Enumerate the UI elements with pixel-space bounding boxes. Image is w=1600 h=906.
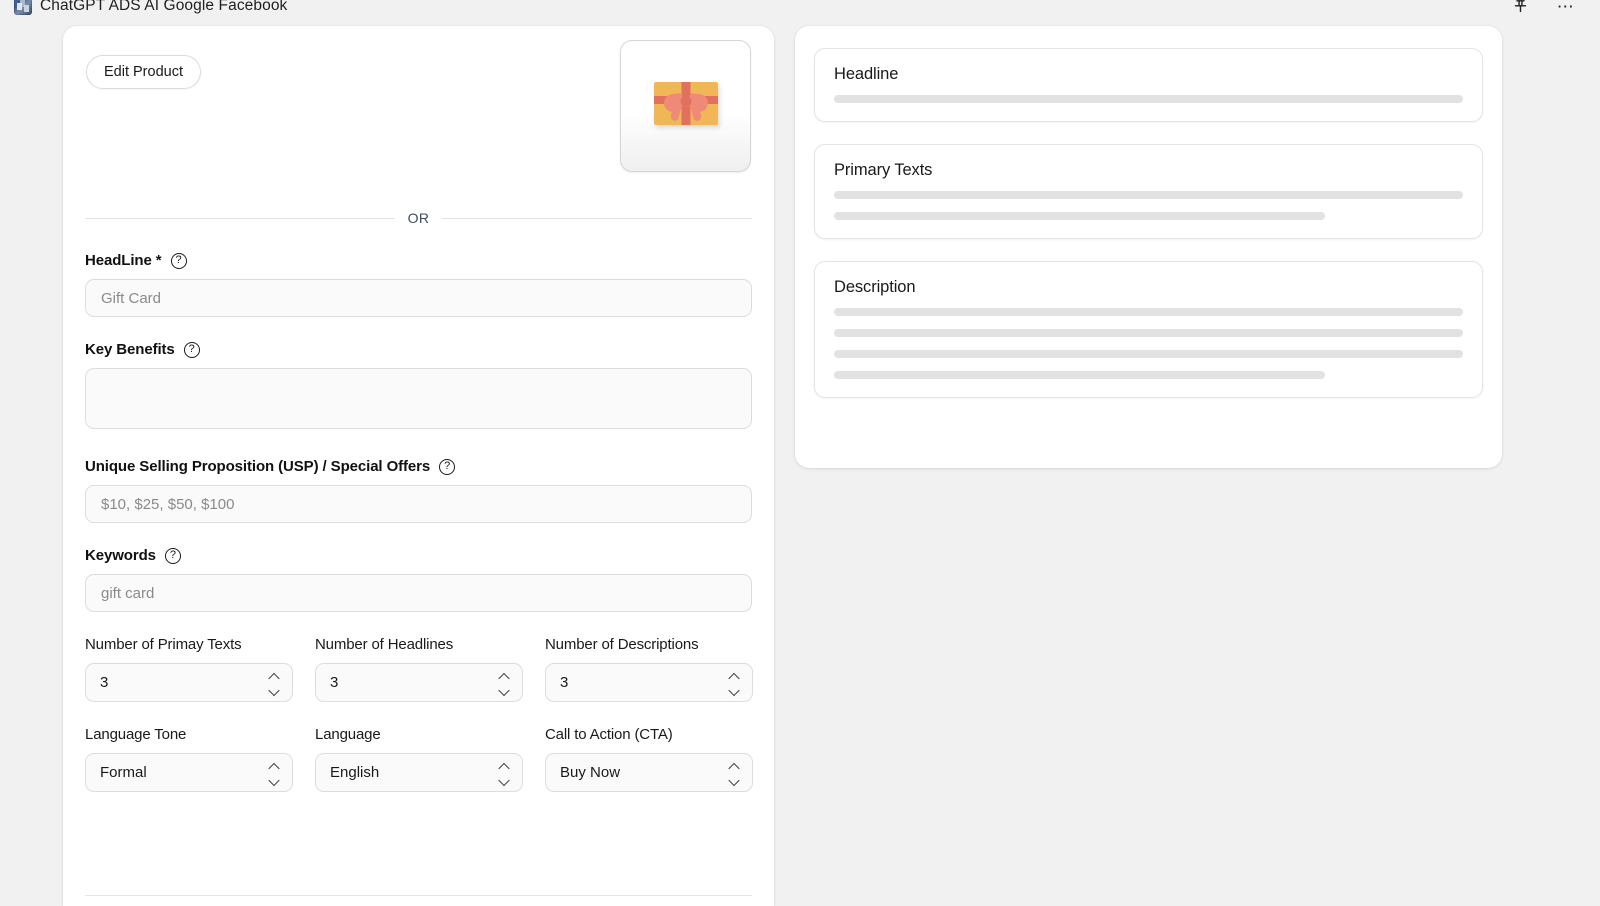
chrome-tab[interactable]: ChatGPT ADS AI Google Facebook [14, 0, 287, 15]
more-options-icon[interactable]: ⋯ [1556, 0, 1576, 16]
chevron-down-icon[interactable] [499, 686, 510, 693]
headline-label-row: HeadLine * ? [85, 252, 752, 269]
chevron-up-icon[interactable] [729, 672, 740, 679]
cta-label: Call to Action (CTA) [545, 726, 753, 743]
number-primary-texts-stepper[interactable] [268, 672, 281, 693]
field-language: Language [315, 726, 523, 792]
skeleton-line [834, 371, 1325, 379]
chevron-up-icon[interactable] [269, 672, 280, 679]
chrome-actions: ⋯ [1510, 0, 1586, 16]
skeleton-line [834, 191, 1463, 199]
chevron-up-icon[interactable] [499, 762, 510, 769]
field-language-tone: Language Tone [85, 726, 293, 792]
keywords-label-row: Keywords ? [85, 547, 752, 564]
number-primary-texts-input[interactable] [85, 663, 293, 702]
chevron-down-icon[interactable] [269, 776, 280, 783]
number-primary-texts-label: Number of Primay Texts [85, 636, 293, 653]
field-key-benefits: Key Benefits ? [85, 341, 752, 434]
chevron-up-icon[interactable] [499, 672, 510, 679]
pin-icon[interactable] [1510, 0, 1530, 16]
language-tone-stepper[interactable] [268, 762, 281, 783]
chevron-up-icon[interactable] [729, 762, 740, 769]
skeleton-line [834, 308, 1463, 316]
result-card-title: Primary Texts [834, 161, 1463, 180]
key-benefits-textarea[interactable] [85, 368, 752, 429]
chevron-down-icon[interactable] [729, 686, 740, 693]
skeleton-line [834, 350, 1463, 358]
or-divider: OR [85, 210, 752, 226]
product-form-panel: Edit Product OR [63, 26, 774, 906]
language-tone-select[interactable] [85, 753, 293, 792]
number-descriptions-input[interactable] [545, 663, 753, 702]
field-number-primary-texts: Number of Primay Texts [85, 636, 293, 702]
headline-label: HeadLine * [85, 252, 162, 269]
usp-input[interactable] [85, 485, 752, 523]
number-descriptions-label: Number of Descriptions [545, 636, 753, 653]
options-row: Language Tone Language [85, 726, 752, 792]
page-body: Edit Product OR [0, 16, 1600, 900]
result-card-description: Description [814, 261, 1483, 398]
number-headlines-stepper[interactable] [498, 672, 511, 693]
result-card-title: Headline [834, 65, 1463, 84]
window-title: ChatGPT ADS AI Google Facebook [40, 0, 287, 15]
language-tone-label: Language Tone [85, 726, 293, 743]
result-card-title: Description [834, 278, 1463, 297]
divider-label: OR [408, 210, 430, 226]
gift-card-icon [654, 82, 718, 125]
field-usp: Unique Selling Proposition (USP) / Speci… [85, 458, 752, 523]
app-favicon [14, 0, 32, 15]
skeleton-line [834, 95, 1463, 103]
field-keywords: Keywords ? [85, 547, 752, 612]
field-headline: HeadLine * ? [85, 252, 752, 317]
chevron-down-icon[interactable] [499, 776, 510, 783]
result-card-headline: Headline [814, 48, 1483, 122]
help-icon[interactable]: ? [184, 342, 200, 358]
counts-row: Number of Primay Texts Number of Headlin… [85, 636, 752, 702]
chevron-up-icon[interactable] [269, 762, 280, 769]
help-icon[interactable]: ? [165, 548, 181, 564]
key-benefits-label-row: Key Benefits ? [85, 341, 752, 358]
product-form: HeadLine * ? Key Benefits ? [85, 252, 752, 792]
result-card-primary-texts: Primary Texts [814, 144, 1483, 239]
help-icon[interactable]: ? [171, 253, 187, 269]
keywords-label: Keywords [85, 547, 156, 564]
browser-chrome-bar: ChatGPT ADS AI Google Facebook ⋯ [0, 0, 1600, 16]
form-bottom-divider [85, 895, 752, 896]
skeleton-line [834, 212, 1325, 220]
help-icon[interactable]: ? [439, 459, 455, 475]
number-headlines-input[interactable] [315, 663, 523, 702]
number-headlines-label: Number of Headlines [315, 636, 523, 653]
product-image-thumbnail[interactable] [620, 40, 751, 172]
language-label: Language [315, 726, 523, 743]
field-cta: Call to Action (CTA) [545, 726, 753, 792]
usp-label-row: Unique Selling Proposition (USP) / Speci… [85, 458, 752, 475]
headline-input[interactable] [85, 279, 752, 317]
divider-line-right [442, 218, 752, 219]
field-number-headlines: Number of Headlines [315, 636, 523, 702]
usp-label: Unique Selling Proposition (USP) / Speci… [85, 458, 430, 475]
chevron-down-icon[interactable] [729, 776, 740, 783]
field-number-descriptions: Number of Descriptions [545, 636, 753, 702]
key-benefits-label: Key Benefits [85, 341, 175, 358]
skeleton-line [834, 329, 1463, 337]
language-select[interactable] [315, 753, 523, 792]
number-descriptions-stepper[interactable] [728, 672, 741, 693]
chevron-down-icon[interactable] [269, 686, 280, 693]
cta-select[interactable] [545, 753, 753, 792]
divider-line-left [85, 218, 395, 219]
results-panel: Headline Primary Texts Description [795, 26, 1502, 468]
keywords-input[interactable] [85, 574, 752, 612]
edit-product-button[interactable]: Edit Product [86, 55, 201, 89]
language-stepper[interactable] [498, 762, 511, 783]
cta-stepper[interactable] [728, 762, 741, 783]
